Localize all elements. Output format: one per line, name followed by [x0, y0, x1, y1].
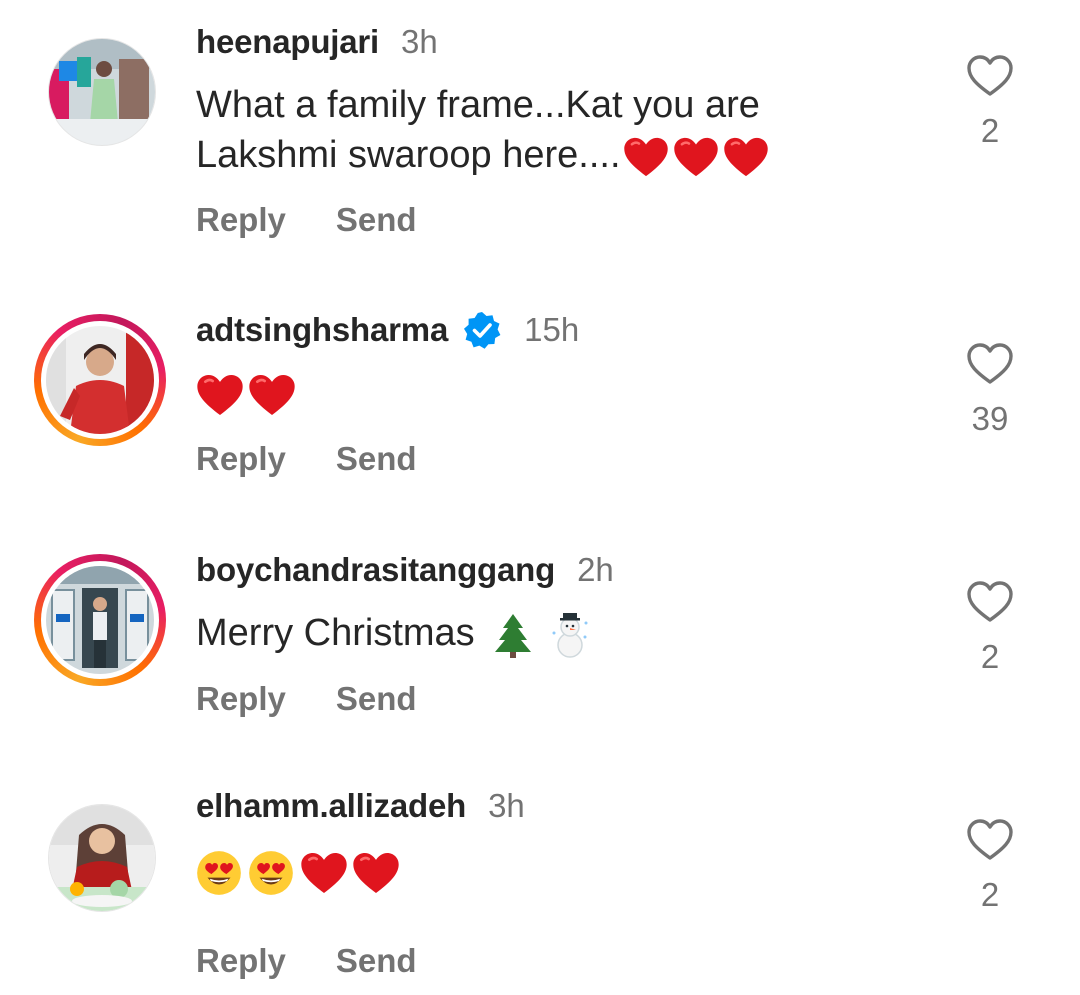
heart-emoji-icon	[621, 134, 769, 176]
comment-text	[196, 368, 896, 418]
heart-outline-icon[interactable]	[966, 342, 1014, 386]
like-count: 39	[971, 400, 1009, 437]
heart-outline-icon[interactable]	[966, 54, 1014, 98]
like-count: 2	[980, 876, 1000, 913]
avatar	[41, 321, 159, 439]
avatar-image	[46, 566, 154, 674]
username[interactable]: elhamm.allizadeh	[196, 787, 466, 825]
reply-button[interactable]: Reply	[196, 942, 286, 980]
comment-text	[196, 846, 896, 896]
avatar-image	[46, 326, 154, 434]
avatar-image	[49, 39, 155, 145]
avatar-image	[49, 805, 155, 911]
snowman-emoji-icon	[546, 612, 590, 658]
username[interactable]: heenapujari	[196, 23, 379, 61]
comment-text: Merry Christmas	[196, 608, 896, 659]
comment-actions: Reply Send	[196, 939, 417, 983]
comment-item: elhamm.allizadeh 3h Reply Send 2	[0, 730, 1080, 995]
comment-text-line: Merry Christmas	[196, 612, 475, 654]
heart-emoji-icon	[294, 850, 400, 892]
send-button[interactable]: Send	[336, 440, 417, 478]
timestamp: 3h	[401, 23, 438, 60]
timestamp: 2h	[577, 551, 614, 588]
comment-item: heenapujari 3h What a family frame...Kat…	[0, 0, 1080, 250]
comment-actions: Reply Send	[196, 677, 417, 721]
heart-outline-icon[interactable]	[966, 580, 1014, 624]
heart-eyes-emoji-icon	[196, 850, 294, 892]
reply-button[interactable]: Reply	[196, 440, 286, 478]
timestamp: 3h	[488, 787, 525, 824]
heart-emoji-icon	[196, 372, 296, 414]
reply-button[interactable]: Reply	[196, 201, 286, 239]
comment-header: heenapujari 3h	[196, 20, 438, 64]
send-button[interactable]: Send	[336, 942, 417, 980]
like-count: 2	[980, 638, 1000, 675]
avatar	[41, 561, 159, 679]
username[interactable]: boychandrasitanggang	[196, 551, 555, 589]
comment-text-line: What a family frame...Kat you are	[196, 84, 760, 126]
comment-text: What a family frame...Kat you are Lakshm…	[196, 80, 896, 180]
comment-actions: Reply Send	[196, 437, 417, 481]
avatar[interactable]	[36, 792, 168, 924]
comment-actions: Reply Send	[196, 198, 417, 242]
send-button[interactable]: Send	[336, 201, 417, 239]
avatar-story-ring[interactable]	[34, 314, 166, 446]
avatar[interactable]	[36, 26, 168, 158]
comment-item: boychandrasitanggang 2h Merry Christmas	[0, 490, 1080, 730]
send-button[interactable]: Send	[336, 680, 417, 718]
timestamp: 15h	[524, 311, 580, 348]
comment-text-line: Lakshmi swaroop here....	[196, 134, 621, 176]
comment-item: adtsinghsharma 15h Reply Send 39	[0, 250, 1080, 490]
comment-header: elhamm.allizadeh 3h	[196, 784, 525, 828]
username[interactable]: adtsinghsharma	[196, 311, 448, 349]
comment-header: boychandrasitanggang 2h	[196, 548, 614, 592]
comment-header: adtsinghsharma 15h	[196, 308, 579, 352]
like-count: 2	[980, 112, 1000, 149]
verified-badge-icon	[464, 312, 501, 349]
christmas-tree-emoji-icon	[485, 612, 546, 658]
heart-outline-icon[interactable]	[966, 818, 1014, 862]
reply-button[interactable]: Reply	[196, 680, 286, 718]
avatar-story-ring[interactable]	[34, 554, 166, 686]
